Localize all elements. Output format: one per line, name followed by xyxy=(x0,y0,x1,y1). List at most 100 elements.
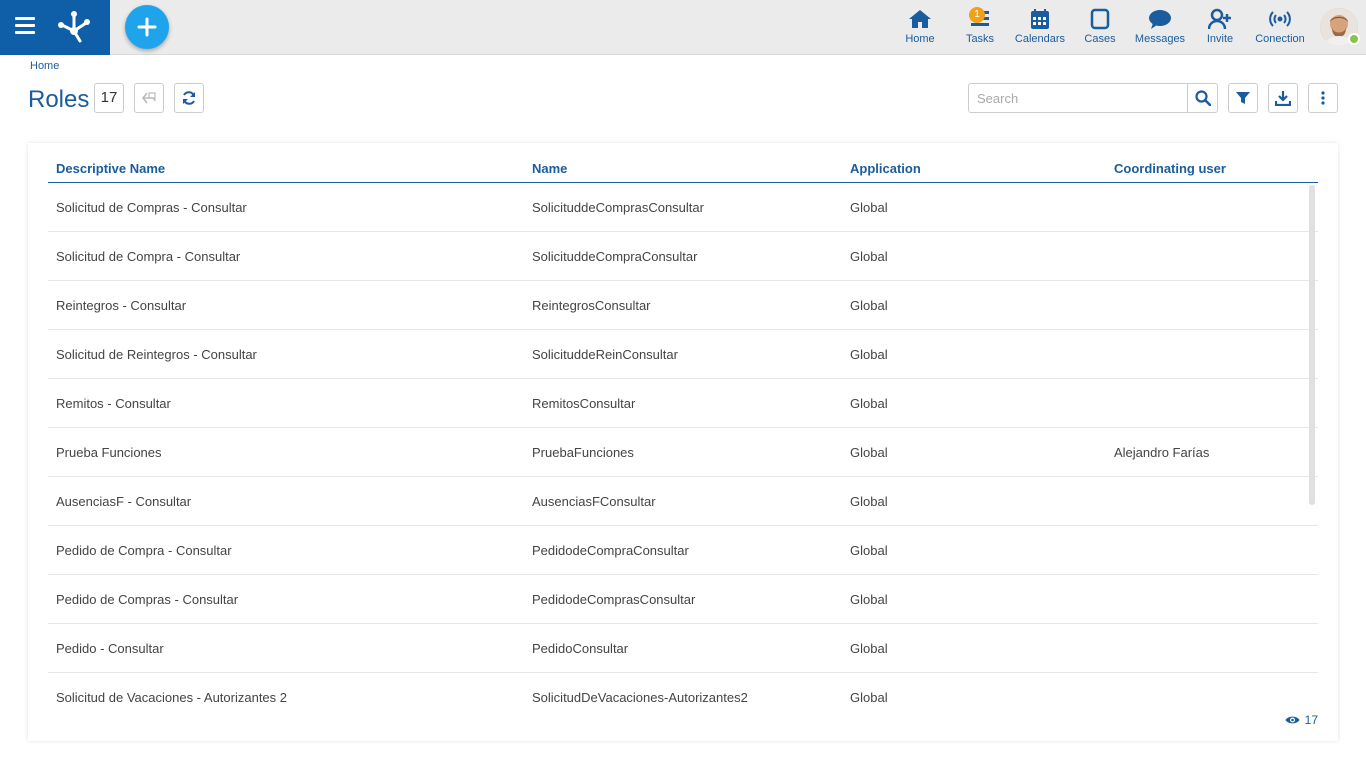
cell-application: Global xyxy=(850,347,888,362)
cell-descriptive-name: Solicitud de Vacaciones - Autorizantes 2 xyxy=(56,690,288,705)
messages-icon xyxy=(1149,10,1171,29)
cell-application: Global xyxy=(850,298,888,313)
roles-table-card: Descriptive Name Name Application Coordi… xyxy=(28,143,1338,741)
page-title: Roles xyxy=(28,86,90,113)
cell-descriptive-name: Solicitud de Compras - Consultar xyxy=(56,200,247,215)
records-count-badge: 17 xyxy=(94,83,124,113)
nav-connection[interactable]: Conection xyxy=(1250,0,1310,55)
table-body: Solicitud de Compras - Consultar Solicit… xyxy=(48,183,1318,723)
cell-name: ReintegrosConsultar xyxy=(532,298,651,313)
cell-descriptive-name: Reintegros - Consultar xyxy=(56,298,187,313)
home-icon xyxy=(909,10,931,28)
cell-application: Global xyxy=(850,445,888,460)
visible-records-count: 17 xyxy=(1285,713,1318,727)
vertical-dots-icon xyxy=(1321,91,1325,105)
nav-cases[interactable]: Cases xyxy=(1070,0,1130,55)
cell-descriptive-name: Solicitud de Reintegros - Consultar xyxy=(56,347,257,362)
cell-name: AusenciasFConsultar xyxy=(532,494,656,509)
download-button[interactable] xyxy=(1268,83,1298,113)
cell-name: PedidoConsultar xyxy=(532,641,629,656)
search-input[interactable] xyxy=(969,84,1188,112)
refresh-button[interactable] xyxy=(174,83,204,113)
nav-messages-label: Messages xyxy=(1134,33,1186,45)
search-box xyxy=(968,83,1218,113)
cell-application: Global xyxy=(850,641,888,656)
cell-application: Global xyxy=(850,494,888,509)
cell-descriptive-name: Pedido de Compras - Consultar xyxy=(56,592,239,607)
table-row[interactable]: Pedido - Consultar PedidoConsultar Globa… xyxy=(48,624,1318,673)
more-options-button[interactable] xyxy=(1308,83,1338,113)
cell-name: PedidodeCompraConsultar xyxy=(532,543,689,558)
cell-application: Global xyxy=(850,592,888,607)
table-row[interactable]: Pedido de Compras - Consultar PedidodeCo… xyxy=(48,575,1318,624)
nav-tasks[interactable]: 1 Tasks xyxy=(950,0,1010,55)
search-icon xyxy=(1195,90,1211,106)
nav-invite[interactable]: Invite xyxy=(1190,0,1250,55)
column-header-application[interactable]: Application xyxy=(850,161,921,176)
brand-area xyxy=(0,0,110,55)
back-arrow-icon xyxy=(141,92,156,104)
column-header-coordinating-user[interactable]: Coordinating user xyxy=(1114,161,1226,176)
cell-application: Global xyxy=(850,249,888,264)
cell-name: PruebaFunciones xyxy=(532,445,634,460)
cell-descriptive-name: Pedido de Compra - Consultar xyxy=(56,543,232,558)
cell-descriptive-name: Remitos - Consultar xyxy=(56,396,171,411)
table-row[interactable]: Solicitud de Compras - Consultar Solicit… xyxy=(48,183,1318,232)
online-status-dot xyxy=(1348,33,1360,45)
cell-name: PedidodeComprasConsultar xyxy=(532,592,696,607)
breadcrumb-home[interactable]: Home xyxy=(30,60,59,72)
back-button[interactable] xyxy=(134,83,164,113)
nav-calendars[interactable]: Calendars xyxy=(1010,0,1070,55)
column-header-name[interactable]: Name xyxy=(532,161,567,176)
table-row[interactable]: Solicitud de Reintegros - Consultar Soli… xyxy=(48,330,1318,379)
top-bar: Home 1 Tasks Calendars Cases Messages In… xyxy=(0,0,1366,55)
filter-icon xyxy=(1236,92,1250,104)
connection-icon xyxy=(1269,11,1291,27)
visible-records-count-value: 17 xyxy=(1304,713,1318,727)
cell-descriptive-name: AusenciasF - Consultar xyxy=(56,494,192,509)
cell-name: SolicituddeReinConsultar xyxy=(532,347,678,362)
tasks-badge: 1 xyxy=(969,7,985,23)
table-row[interactable]: Pedido de Compra - Consultar PedidodeCom… xyxy=(48,526,1318,575)
cases-icon xyxy=(1090,8,1110,30)
cell-name: SolicituddeCompraConsultar xyxy=(532,249,698,264)
cell-descriptive-name: Prueba Funciones xyxy=(56,445,162,460)
cell-application: Global xyxy=(850,690,888,705)
top-nav: Home 1 Tasks Calendars Cases Messages In… xyxy=(890,0,1310,55)
nav-invite-label: Invite xyxy=(1206,33,1234,45)
nav-home[interactable]: Home xyxy=(890,0,950,55)
calendar-icon xyxy=(1031,9,1049,29)
add-button[interactable] xyxy=(125,5,169,49)
filter-button[interactable] xyxy=(1228,83,1258,113)
cell-descriptive-name: Solicitud de Compra - Consultar xyxy=(56,249,241,264)
table-row[interactable]: Solicitud de Vacaciones - Autorizantes 2… xyxy=(48,673,1318,722)
cell-application: Global xyxy=(850,396,888,411)
nav-home-label: Home xyxy=(905,33,935,45)
nav-calendars-label: Calendars xyxy=(1014,33,1066,45)
table-row[interactable]: AusenciasF - Consultar AusenciasFConsult… xyxy=(48,477,1318,526)
refresh-icon xyxy=(183,91,195,105)
nav-connection-label: Conection xyxy=(1255,33,1305,45)
logo-icon[interactable] xyxy=(56,9,92,45)
table-header: Descriptive Name Name Application Coordi… xyxy=(48,153,1318,183)
cell-descriptive-name: Pedido - Consultar xyxy=(56,641,164,656)
table-row[interactable]: Remitos - Consultar RemitosConsultar Glo… xyxy=(48,379,1318,428)
plus-icon xyxy=(137,17,157,37)
column-header-descriptive-name[interactable]: Descriptive Name xyxy=(56,161,165,176)
cell-name: SolicitudDeVacaciones-Autorizantes2 xyxy=(532,690,748,705)
cell-application: Global xyxy=(850,200,888,215)
search-button[interactable] xyxy=(1187,84,1217,112)
cell-application: Global xyxy=(850,543,888,558)
cell-name: RemitosConsultar xyxy=(532,396,636,411)
nav-tasks-label: Tasks xyxy=(965,33,995,45)
table-row[interactable]: Reintegros - Consultar ReintegrosConsult… xyxy=(48,281,1318,330)
download-icon xyxy=(1275,91,1291,106)
menu-icon[interactable] xyxy=(15,17,35,37)
table-scrollbar[interactable] xyxy=(1309,185,1315,505)
table-row[interactable]: Solicitud de Compra - Consultar Solicitu… xyxy=(48,232,1318,281)
nav-messages[interactable]: Messages xyxy=(1130,0,1190,55)
cell-coordinating-user: Alejandro Farías xyxy=(1114,445,1210,460)
invite-icon xyxy=(1208,8,1231,30)
nav-cases-label: Cases xyxy=(1084,33,1116,45)
table-row[interactable]: Prueba Funciones PruebaFunciones Global … xyxy=(48,428,1318,477)
